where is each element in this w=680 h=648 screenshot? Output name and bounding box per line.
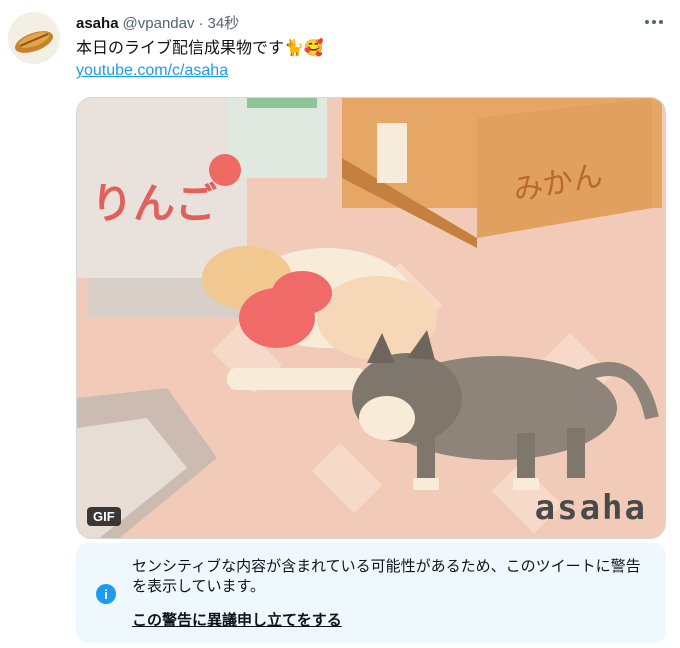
tweet: asaha @vpandav · 34秒 本日のライブ配信成果物です🐈🥰 you… bbox=[0, 0, 680, 648]
appeal-warning-link[interactable]: この警告に異議申し立てをする bbox=[132, 609, 342, 630]
timestamp[interactable]: 34秒 bbox=[208, 12, 240, 33]
info-icon: i bbox=[96, 584, 116, 604]
sensitive-content-warning: i センシティブな内容が含まれている可能性があるため、このツイートに警告を表示し… bbox=[76, 543, 666, 643]
box-label-left: りんご bbox=[91, 179, 217, 228]
tweet-text: 本日のライブ配信成果物です🐈🥰 bbox=[76, 40, 324, 57]
pixel-art-image: りんご みかん bbox=[77, 98, 665, 538]
tweet-link[interactable]: youtube.com/c/asaha bbox=[76, 62, 228, 80]
warning-message: センシティブな内容が含まれている可能性があるため、このツイートに警告を表示してい… bbox=[132, 558, 641, 595]
avatar[interactable] bbox=[8, 12, 60, 64]
tweet-header: asaha @vpandav · 34秒 bbox=[76, 12, 239, 33]
separator: · bbox=[198, 15, 204, 32]
gif-media[interactable]: りんご みかん GIF asaha bbox=[76, 97, 666, 539]
user-name[interactable]: asaha bbox=[76, 15, 119, 32]
gif-badge: GIF bbox=[87, 507, 121, 526]
user-handle[interactable]: @vpandav bbox=[123, 15, 195, 32]
watermark: asaha bbox=[534, 488, 647, 528]
more-options-icon[interactable] bbox=[642, 10, 666, 34]
